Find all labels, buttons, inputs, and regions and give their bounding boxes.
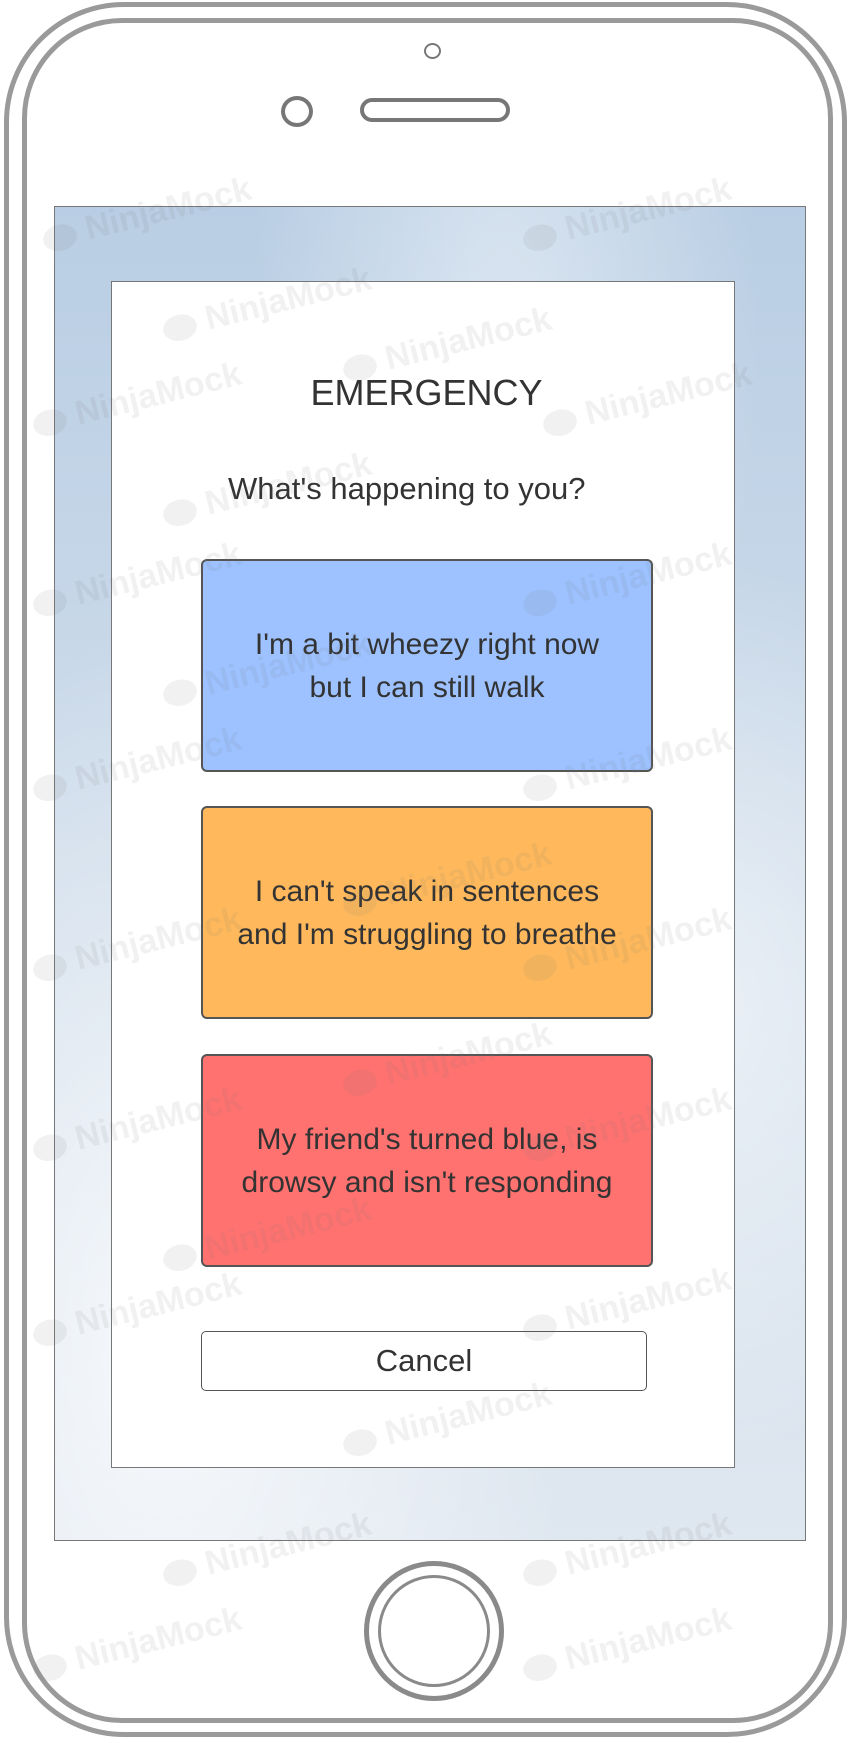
dialog-question: What's happening to you? [228,471,586,506]
option-cant-speak-button[interactable]: I can't speak in sentences and I'm strug… [201,806,653,1019]
cancel-button[interactable]: Cancel [201,1331,647,1391]
earpiece-speaker-icon [360,98,510,122]
option-wheezy-label: I'm a bit wheezy right now but I can sti… [254,627,600,704]
front-camera-icon [424,43,441,59]
option-friend-blue-label: My friend's turned blue, is drowsy and i… [241,1122,613,1199]
option-friend-blue-button[interactable]: My friend's turned blue, is drowsy and i… [201,1054,653,1267]
option-cant-speak-label: I can't speak in sentences and I'm strug… [237,874,617,951]
device-frame: EMERGENCY What's happening to you? I'm a… [0,0,859,1743]
proximity-sensor-icon [281,96,313,127]
dialog-title: EMERGENCY [0,372,859,414]
dialog-title-text: EMERGENCY [310,372,543,413]
home-button[interactable] [364,1561,504,1701]
option-wheezy-button[interactable]: I'm a bit wheezy right now but I can sti… [201,559,653,772]
